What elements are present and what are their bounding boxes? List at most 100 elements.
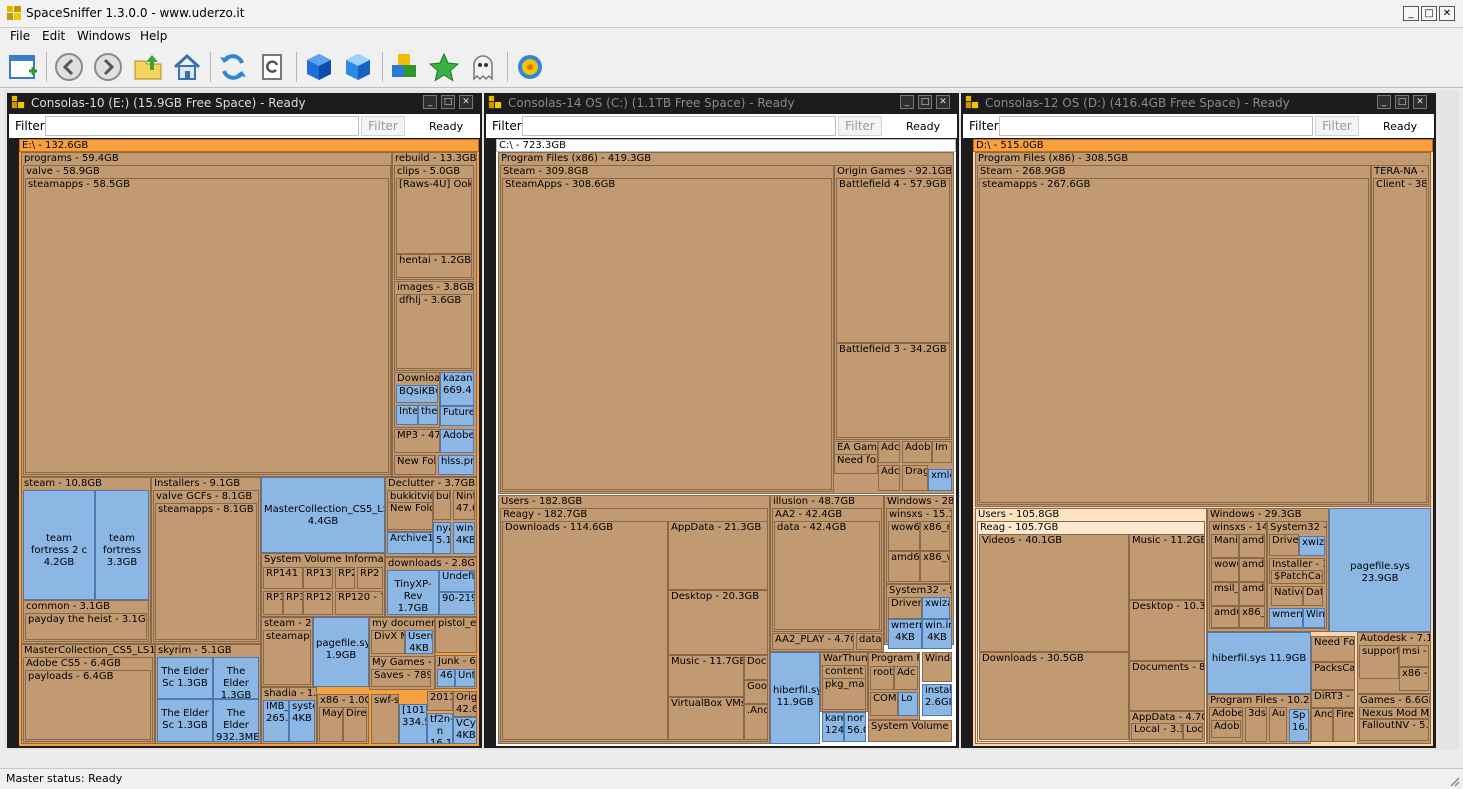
tile[interactable]: 2011 <box>427 691 453 711</box>
tile[interactable]: x86_w <box>920 551 950 582</box>
tile[interactable]: nya 5.1 <box>433 522 451 554</box>
star-icon[interactable] <box>428 51 460 83</box>
tile[interactable]: Downloads - 114.6GB <box>502 521 668 740</box>
tile[interactable]: team fortress 3.3GB <box>95 490 149 600</box>
filter-button[interactable]: Filter <box>838 116 882 136</box>
tile[interactable]: Need Fo <box>1311 636 1355 662</box>
tile[interactable]: kazan 669.4 <box>440 372 474 406</box>
tile[interactable]: Adobe <box>440 429 474 453</box>
forward-icon[interactable] <box>92 51 124 83</box>
tile[interactable]: Desktop - 20.3GB <box>668 590 768 655</box>
tile[interactable]: .And <box>744 704 768 740</box>
tile[interactable]: tf2n-n 16.1N <box>427 713 453 744</box>
tile[interactable]: RP141 - <box>263 567 303 589</box>
tile[interactable]: wow6 <box>888 521 920 551</box>
new-window-icon[interactable] <box>7 51 39 83</box>
tile[interactable]: the_ <box>418 405 438 425</box>
tile[interactable]: buk <box>433 490 451 520</box>
filter-input[interactable] <box>999 116 1313 136</box>
close-button[interactable]: ✕ <box>1439 6 1455 21</box>
tile[interactable]: Adobe <box>902 441 932 463</box>
tile[interactable]: kare 124 <box>822 712 844 742</box>
tile[interactable]: Battlefield 3 - 34.2GB <box>836 343 950 438</box>
pane-maximize-button[interactable]: □ <box>441 95 455 109</box>
tile[interactable]: amd64 <box>1239 582 1265 606</box>
tile[interactable]: instal 2.6GI <box>922 684 952 716</box>
tile[interactable]: pagefile.sys 23.9GB <box>1329 508 1431 632</box>
tile[interactable]: New Fold <box>387 502 433 530</box>
resize-grip-icon[interactable] <box>1448 775 1460 787</box>
tile[interactable]: RP2 <box>357 567 383 589</box>
tile[interactable]: Sp 16. <box>1289 709 1309 742</box>
tile[interactable]: The Elder Sc 1.3GB <box>157 657 213 699</box>
tile[interactable]: steamapps - 58.5GB <box>25 178 389 473</box>
tile[interactable]: [Raws-4U] Ookar <box>396 178 472 254</box>
pane-maximize-button[interactable]: □ <box>1395 95 1409 109</box>
tile[interactable]: Native <box>1271 586 1303 606</box>
tile[interactable]: RP1 <box>283 591 303 615</box>
tile[interactable]: Orig 42.6 <box>453 691 477 717</box>
tile[interactable]: hiberfil.sys 11.9GB <box>1207 632 1311 694</box>
tile[interactable]: Music - 11.2GB <box>1129 534 1205 600</box>
tile[interactable]: Goo <box>744 680 768 704</box>
cube-outline-icon[interactable] <box>342 51 374 83</box>
tile[interactable]: VirtualBox VMs - <box>668 697 744 740</box>
tile[interactable]: Windo <box>922 652 952 682</box>
tile[interactable]: team fortress 2 c 4.2GB <box>23 490 95 600</box>
tile[interactable]: 463 <box>437 669 455 687</box>
menu-windows[interactable]: Windows <box>77 29 131 43</box>
tile[interactable]: Battlefield 4 - 57.9GB <box>836 178 950 343</box>
tile[interactable]: D:\ - 515.0GB <box>973 139 1433 152</box>
tile[interactable]: Im <box>932 441 952 463</box>
tile[interactable]: Music - 11.7GB <box>668 655 744 697</box>
tile[interactable]: COM <box>870 692 898 716</box>
blocks-icon[interactable] <box>389 51 421 83</box>
tile[interactable]: 90-219- <box>439 592 475 615</box>
minimize-button[interactable]: _ <box>1403 6 1419 21</box>
tile[interactable]: Adc <box>894 666 918 690</box>
tile[interactable]: win 4KB <box>453 522 475 554</box>
tile[interactable]: DivX M <box>371 630 405 654</box>
tile[interactable]: Inter <box>396 405 418 425</box>
tile[interactable]: Undefin <box>439 570 475 592</box>
tile[interactable]: RP120 - 7 <box>335 591 383 615</box>
tile[interactable]: x86_w <box>1239 606 1265 628</box>
tile[interactable]: Docu <box>744 655 768 680</box>
tile[interactable]: IMB_ 265.8 <box>263 700 289 742</box>
filter-input[interactable] <box>45 116 359 136</box>
tile[interactable]: Nint 47.6 <box>453 490 475 520</box>
tile[interactable]: FalloutNV - 5. <box>1359 719 1429 741</box>
tile[interactable]: System Volume Inf <box>868 720 952 742</box>
tile[interactable]: steamapps - 267.6GB <box>979 178 1369 503</box>
tile[interactable]: swf-s <box>371 694 399 744</box>
filter-button[interactable]: Filter <box>1315 116 1359 136</box>
tile[interactable]: Unt <box>455 669 475 687</box>
tile[interactable]: Adc <box>878 465 900 491</box>
tile[interactable]: amd64 <box>1239 534 1265 558</box>
tile[interactable]: amd64 <box>1239 558 1265 582</box>
pane-maximize-button[interactable]: □ <box>918 95 932 109</box>
pane-close-button[interactable]: ✕ <box>459 95 473 109</box>
filter-input[interactable] <box>522 116 836 136</box>
tile[interactable]: wow6 <box>1211 558 1239 582</box>
tile[interactable]: Saves - 789. <box>371 669 431 687</box>
tile[interactable]: payloads - 6.4GB <box>25 670 151 740</box>
tile[interactable]: wmerr 4KB <box>888 619 922 649</box>
pane-minimize-button[interactable]: _ <box>1377 95 1391 109</box>
maximize-button[interactable]: □ <box>1421 6 1437 21</box>
tile[interactable]: nor 56.0 <box>844 712 866 742</box>
tile[interactable]: hentai - 1.2GB <box>396 254 472 278</box>
refresh-document-icon[interactable] <box>256 51 288 83</box>
ghost-icon[interactable] <box>467 51 499 83</box>
tile[interactable]: DriverS <box>888 597 922 619</box>
tile[interactable]: RP1 <box>263 591 283 615</box>
tile[interactable]: The Elder Sc 1.3GB <box>157 699 213 742</box>
tile[interactable]: x86 - <box>1399 667 1429 691</box>
pane-close-button[interactable]: ✕ <box>936 95 950 109</box>
tile[interactable]: Dire <box>343 707 367 742</box>
tile[interactable]: DiRT3 - <box>1311 690 1355 708</box>
menu-edit[interactable]: Edit <box>42 29 65 43</box>
tile[interactable]: RP132 <box>303 567 333 589</box>
pane-minimize-button[interactable]: _ <box>423 95 437 109</box>
tile[interactable]: E:\ - 132.6GB <box>19 139 479 152</box>
